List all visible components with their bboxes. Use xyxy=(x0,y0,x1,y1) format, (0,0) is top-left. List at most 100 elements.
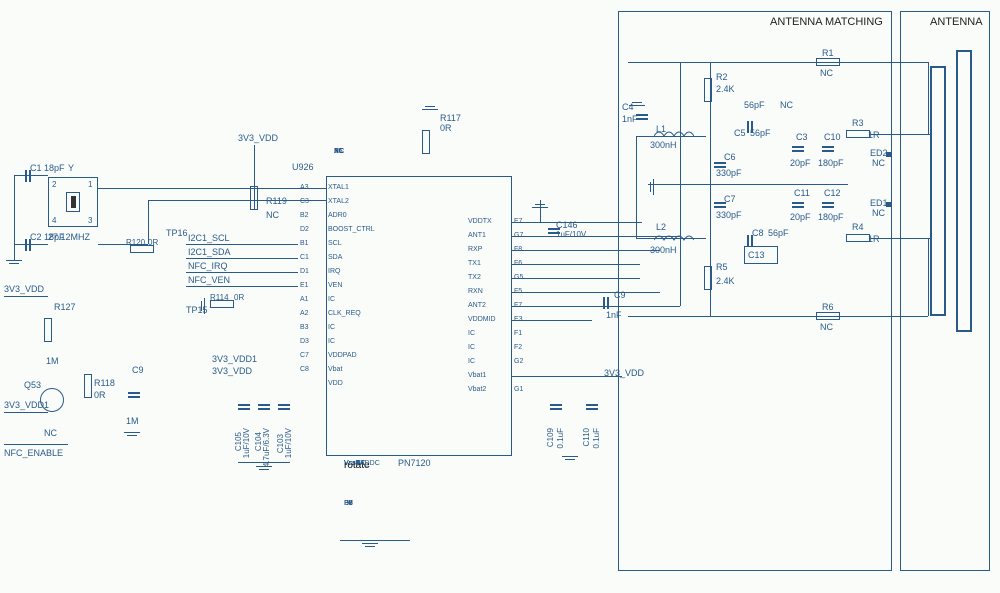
wire-r6 xyxy=(628,316,928,317)
c109-val: 0.1uF xyxy=(556,428,565,448)
r4-val: 1R xyxy=(868,234,880,244)
c9l-val: 1M xyxy=(126,416,139,426)
r4-icon xyxy=(846,234,870,242)
wire-nfc-enable xyxy=(4,444,68,445)
gnd-c109 xyxy=(562,456,578,466)
r1-icon xyxy=(816,58,840,66)
gnd-r117 xyxy=(422,100,438,110)
gnd-caps xyxy=(256,466,272,476)
r2-ref: R2 xyxy=(716,72,728,82)
sig-scl: I2C1_SCL xyxy=(188,233,230,243)
r119-val: NC xyxy=(266,210,279,220)
antenna-title: ANTENNA xyxy=(930,16,983,28)
wire-tx1 xyxy=(512,264,640,265)
antenna-symbol-top xyxy=(930,66,946,316)
ed2-val: NC xyxy=(872,158,885,168)
l2-ref: L2 xyxy=(656,222,666,232)
r117-icon xyxy=(430,130,454,138)
pin-2: 2 xyxy=(52,180,56,189)
ic-bottom-pins: rotate VssPAD Vss1 Vss2 Vss3 Vss4 VssDC_… xyxy=(344,460,370,471)
wire-scl xyxy=(186,244,298,245)
wire-ant-routing xyxy=(680,62,681,306)
wire-vdd1-left xyxy=(4,412,48,413)
r119-icon xyxy=(258,186,282,194)
c1-icon xyxy=(22,169,34,183)
wire-gnd-xtal xyxy=(14,175,15,260)
crystal-body-icon xyxy=(66,192,80,212)
sig-sda: I2C1_SDA xyxy=(188,247,231,257)
c11-ref: C11 xyxy=(794,188,810,198)
gnd-mid-match xyxy=(644,179,654,195)
c5-nc: NC xyxy=(780,100,793,110)
r6-val: NC xyxy=(820,322,833,332)
wire-tx2 xyxy=(512,278,640,279)
r3-icon xyxy=(846,130,870,138)
c6-val: 330pF xyxy=(716,168,742,178)
vdd-right: 3V3_VDD xyxy=(604,368,644,378)
ed2-icon xyxy=(886,152,891,157)
r5-val: 2.4K xyxy=(716,276,735,286)
c9l-ref: C9 xyxy=(132,365,144,375)
wire-vdd-left xyxy=(4,296,48,297)
nfc-enable: NFC_ENABLE xyxy=(4,448,63,458)
wire-xtal1 xyxy=(98,188,326,189)
r1-val: NC xyxy=(820,68,833,78)
c10-ref: C10 xyxy=(824,132,841,142)
c104-icon xyxy=(258,400,270,414)
l1-val: 300nH xyxy=(650,140,677,150)
ed2-ref: ED2 xyxy=(870,148,888,158)
vdd-label2: 3V3_VDD xyxy=(212,366,252,376)
crystal-ref: Y xyxy=(68,163,74,173)
ic-part: PN7120 xyxy=(398,458,431,468)
c110-val: 0.1uF xyxy=(592,428,601,448)
r114-val: 0R xyxy=(234,293,244,302)
wire-rxn xyxy=(512,292,660,293)
c110-ref: C110 xyxy=(582,428,591,447)
r118-val: 0R xyxy=(94,390,106,400)
antenna-symbol-right xyxy=(956,50,972,332)
r6-icon xyxy=(816,312,840,320)
c103-icon xyxy=(278,400,290,414)
l1-icon xyxy=(654,128,694,140)
c105-val: 1uF/10V xyxy=(242,428,251,458)
wire-mid-gnd xyxy=(648,184,848,185)
q53-ref: Q53 xyxy=(24,380,41,390)
wire-ant-v1 xyxy=(928,62,929,134)
c8-val: 56pF xyxy=(768,228,789,238)
c11-val: 20pF xyxy=(790,212,811,222)
r127-icon xyxy=(52,318,76,326)
c13-ref: C13 xyxy=(748,250,765,260)
c7-ref: C7 xyxy=(724,194,736,204)
pin-1: 1 xyxy=(88,180,92,189)
wire-rxp-routing xyxy=(710,124,711,316)
r6-ref: R6 xyxy=(822,302,834,312)
wire-to-ant-bot xyxy=(870,238,930,239)
vdd-left: 3V3_VDD xyxy=(4,284,44,294)
wire-ven xyxy=(186,286,298,287)
antenna-matching-box xyxy=(618,11,892,571)
wire-gnd-bottom xyxy=(340,540,410,541)
wire-caps-gnd xyxy=(238,462,290,463)
tp16: TP16 xyxy=(166,228,188,238)
r118-icon xyxy=(92,374,116,382)
c1-val: 18pF xyxy=(44,163,65,173)
wire-tx-l xyxy=(636,136,637,238)
gnd-r114 xyxy=(195,298,205,314)
r2-val: 2.4K xyxy=(716,84,735,94)
vdd-top: 3V3_VDD xyxy=(238,133,278,143)
c2-val: 18pF xyxy=(44,232,65,242)
sig-irq: NFC_IRQ xyxy=(188,261,228,271)
c109-icon xyxy=(550,400,562,414)
q53-nc: NC xyxy=(44,428,57,438)
c11-icon xyxy=(792,198,804,212)
gnd-c4 xyxy=(629,96,645,106)
gnd-ic-bottom xyxy=(362,543,378,553)
l2-val: 300nH xyxy=(650,245,677,255)
r127-ref: R127 xyxy=(54,302,76,312)
c109-ref: C109 xyxy=(546,428,555,447)
vdd1-label: 3V3_VDD1 xyxy=(212,354,257,364)
wire-rxp xyxy=(512,250,660,251)
wire-to-ant-top xyxy=(870,134,930,135)
c110-icon xyxy=(586,400,598,414)
pin-3: 3 xyxy=(88,216,92,225)
